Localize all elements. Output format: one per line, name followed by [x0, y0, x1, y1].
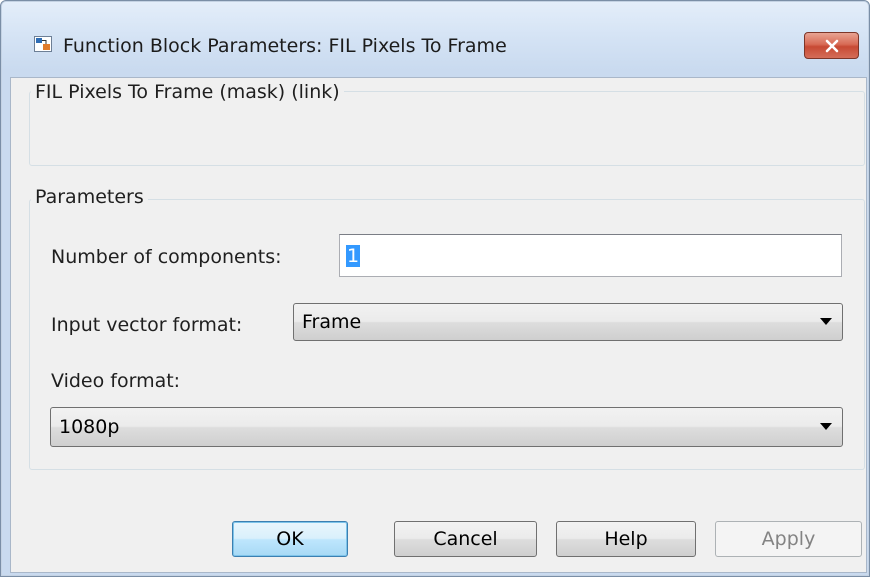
simulink-block-icon — [34, 36, 52, 52]
dialog-content: FIL Pixels To Frame (mask) (link) Parame… — [10, 77, 867, 573]
video-format-select[interactable]: 1080p — [50, 407, 843, 447]
chevron-down-icon — [820, 318, 832, 325]
video-format-value: 1080p — [59, 416, 120, 438]
help-button[interactable]: Help — [556, 521, 696, 557]
video-format-label: Video format: — [51, 370, 181, 392]
input-vector-format-label: Input vector format: — [51, 314, 243, 336]
num-components-label: Number of components: — [51, 246, 282, 268]
dialog-window: Function Block Parameters: FIL Pixels To… — [0, 0, 870, 577]
num-components-input[interactable]: 1 — [339, 234, 842, 277]
apply-button: Apply — [715, 521, 862, 557]
chevron-down-icon — [820, 423, 832, 430]
close-button[interactable] — [804, 32, 859, 59]
window-title: Function Block Parameters: FIL Pixels To… — [63, 35, 507, 57]
input-vector-format-select[interactable]: Frame — [293, 303, 843, 341]
num-components-value: 1 — [346, 244, 361, 267]
title-bar[interactable]: Function Block Parameters: FIL Pixels To… — [1, 1, 869, 77]
mask-group-label: FIL Pixels To Frame (mask) (link) — [31, 81, 344, 103]
parameters-group-label: Parameters — [31, 186, 148, 208]
input-vector-format-value: Frame — [302, 311, 362, 333]
ok-button[interactable]: OK — [232, 521, 348, 557]
cancel-button[interactable]: Cancel — [394, 521, 537, 557]
close-icon — [825, 39, 838, 52]
